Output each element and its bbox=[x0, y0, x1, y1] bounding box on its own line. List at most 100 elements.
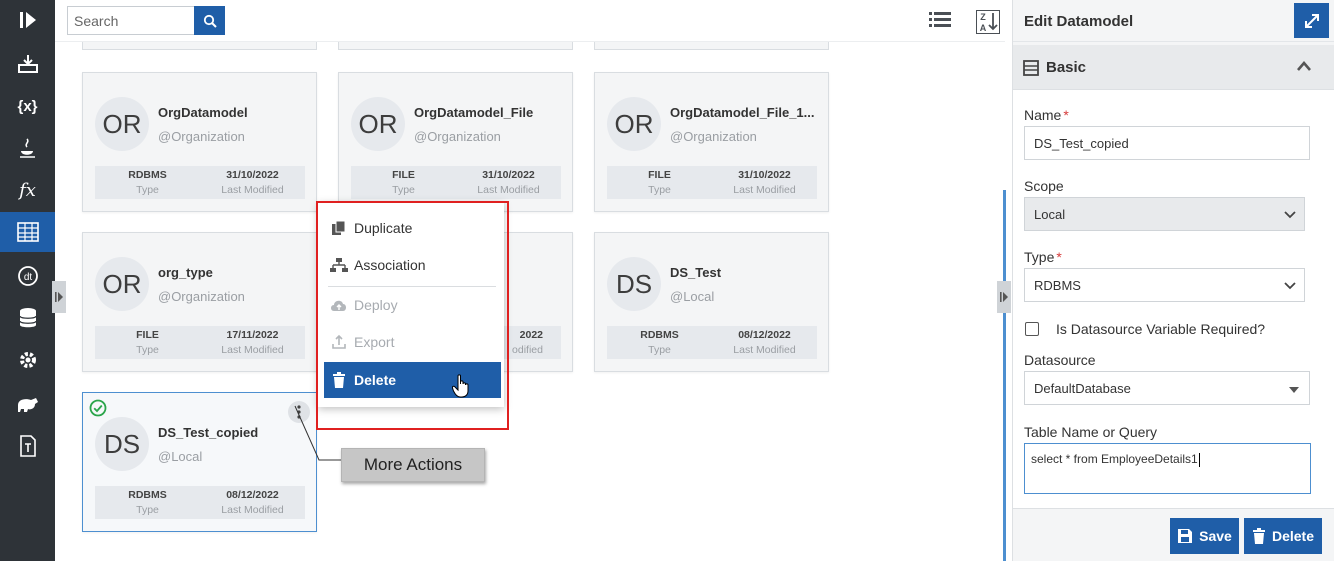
datamodel-grid: OR OrgDatamodel @Organization RDBMS Type … bbox=[55, 42, 1003, 561]
edit-datamodel-panel: Edit Datamodel Basic Name * DS_Test_copie… bbox=[1012, 0, 1334, 561]
card-name: OrgDatamodel bbox=[158, 105, 248, 120]
datamodel-card[interactable]: OR OrgDatamodel_File_1... @Organization … bbox=[594, 72, 829, 212]
menu-item-label: Duplicate bbox=[354, 220, 413, 236]
menu-item-delete[interactable]: Delete bbox=[324, 362, 501, 398]
search-icon bbox=[203, 14, 217, 28]
delete-label: Delete bbox=[1271, 528, 1315, 544]
datasource-dropdown[interactable]: DefaultDatabase bbox=[1024, 371, 1310, 405]
datamodel-card[interactable]: OR org_type @Organization FILE Type 17/11… bbox=[82, 232, 317, 372]
avatar: OR bbox=[95, 257, 149, 311]
card-footer: FILE Type 31/10/2022 Last Modified bbox=[351, 166, 561, 199]
card-modified: 08/12/2022 bbox=[738, 329, 791, 341]
datetime-icon[interactable]: dt bbox=[0, 256, 55, 296]
panel-title: Edit Datamodel bbox=[1024, 13, 1134, 30]
table-icon[interactable] bbox=[0, 212, 55, 252]
top-toolbar: ZA bbox=[55, 0, 1005, 42]
card-scope: @Organization bbox=[158, 289, 245, 304]
card-type-label: Type bbox=[392, 184, 415, 196]
panel-header: Edit Datamodel bbox=[1013, 0, 1334, 42]
card-scope: @Organization bbox=[670, 129, 757, 144]
card-scope: @Organization bbox=[158, 129, 245, 144]
chevron-down-icon bbox=[1284, 211, 1296, 219]
hippo-icon[interactable] bbox=[0, 384, 55, 424]
function-icon[interactable]: fx bbox=[0, 170, 55, 210]
menu-item-export[interactable]: Export bbox=[324, 324, 502, 360]
type-label: Type * bbox=[1024, 249, 1062, 265]
avatar: DS bbox=[95, 417, 149, 471]
type-select[interactable]: RDBMS bbox=[1024, 268, 1305, 302]
scope-label: Scope bbox=[1024, 178, 1064, 194]
text-cursor bbox=[1198, 452, 1200, 467]
save-button[interactable]: Save bbox=[1170, 518, 1239, 554]
delete-button[interactable]: Delete bbox=[1244, 518, 1322, 554]
expand-panel-button[interactable] bbox=[1294, 3, 1329, 38]
right-collapse-handle[interactable] bbox=[997, 281, 1011, 313]
trash-icon bbox=[1252, 528, 1265, 544]
menu-item-duplicate[interactable]: Duplicate bbox=[324, 210, 502, 246]
card-type-label: Type bbox=[136, 504, 159, 516]
chevron-up-icon[interactable] bbox=[1296, 60, 1312, 72]
card-modified: 31/10/2022 bbox=[738, 169, 791, 181]
database-icon[interactable] bbox=[0, 298, 55, 338]
card-footer: RDBMS Type 31/10/2022 Last Modified bbox=[95, 166, 305, 199]
name-label: Name * bbox=[1024, 107, 1069, 123]
menu-item-deploy[interactable]: Deploy bbox=[324, 287, 502, 323]
settings-gear-icon[interactable] bbox=[0, 340, 55, 380]
search-input[interactable] bbox=[67, 6, 195, 35]
export-icon bbox=[324, 334, 354, 350]
list-view-icon[interactable] bbox=[928, 10, 952, 32]
left-nav-rail: {x} fx dt bbox=[0, 0, 55, 561]
java-icon[interactable] bbox=[0, 128, 55, 168]
search-button[interactable] bbox=[194, 6, 225, 35]
name-input[interactable]: DS_Test_copied bbox=[1024, 126, 1310, 160]
caret-down-icon bbox=[1289, 387, 1299, 393]
card-scope: @Organization bbox=[414, 129, 501, 144]
svg-text:Z: Z bbox=[980, 12, 986, 22]
basic-section-header[interactable]: Basic bbox=[1013, 45, 1334, 90]
card-modified-label: Last Modified bbox=[221, 344, 284, 356]
card-modified-label: Last Modified bbox=[221, 184, 284, 196]
sort-az-icon[interactable]: ZA bbox=[976, 10, 1000, 34]
menu-item-association[interactable]: Association bbox=[324, 247, 502, 283]
datasource-variable-checkbox[interactable] bbox=[1025, 322, 1039, 336]
avatar: DS bbox=[607, 257, 661, 311]
left-collapse-handle[interactable] bbox=[52, 281, 66, 313]
type-value: RDBMS bbox=[1034, 277, 1081, 293]
card-modified: 31/10/2022 bbox=[482, 169, 535, 181]
datamodel-card[interactable]: OR OrgDatamodel @Organization RDBMS Type … bbox=[82, 72, 317, 212]
callout-leader-line bbox=[294, 405, 343, 461]
download-tray-icon[interactable] bbox=[0, 44, 55, 84]
duplicate-icon bbox=[324, 220, 354, 236]
datamodel-card-selected[interactable]: DS DS_Test_copied @Local RDBMS Type 08/12… bbox=[82, 392, 317, 532]
save-label: Save bbox=[1199, 528, 1232, 544]
datasource-variable-label: Is Datasource Variable Required? bbox=[1056, 321, 1266, 337]
menu-item-label: Deploy bbox=[354, 297, 398, 313]
floppy-disk-icon bbox=[1178, 529, 1193, 543]
card-type-label: Type bbox=[648, 184, 671, 196]
card-modified: 17/11/2022 bbox=[226, 329, 279, 341]
panel-resize-line[interactable] bbox=[1003, 190, 1006, 561]
card-type-label: Type bbox=[136, 184, 159, 196]
logo-icon[interactable] bbox=[0, 0, 55, 40]
card-type-label: Type bbox=[648, 344, 671, 356]
card-name: org_type bbox=[158, 265, 213, 280]
card-footer: FILE Type 17/11/2022 Last Modified bbox=[95, 326, 305, 359]
datamodel-card[interactable]: OR OrgDatamodel_File @Organization FILE T… bbox=[338, 72, 573, 212]
card-type: RDBMS bbox=[640, 329, 679, 341]
datamodel-card[interactable]: DS DS_Test @Local RDBMS Type 08/12/2022 La… bbox=[594, 232, 829, 372]
text-template-icon[interactable] bbox=[0, 426, 55, 466]
card-modified: 31/10/2022 bbox=[226, 169, 279, 181]
scope-select[interactable]: Local bbox=[1024, 197, 1305, 231]
avatar: OR bbox=[95, 97, 149, 151]
card-modified-label: Last Modified bbox=[733, 344, 796, 356]
query-textarea[interactable]: select * from EmployeeDetails1 bbox=[1024, 443, 1311, 494]
variable-icon[interactable]: {x} bbox=[0, 86, 55, 126]
card-footer: RDBMS Type 08/12/2022 Last Modified bbox=[95, 486, 305, 519]
more-actions-callout: More Actions bbox=[341, 448, 485, 482]
query-text: select * from EmployeeDetails1 bbox=[1031, 452, 1198, 466]
required-mark: * bbox=[1063, 107, 1069, 123]
card-stub bbox=[338, 42, 573, 50]
hand-cursor-icon bbox=[451, 374, 470, 403]
card-name: OrgDatamodel_File bbox=[414, 105, 534, 120]
svg-text:dt: dt bbox=[23, 272, 32, 283]
